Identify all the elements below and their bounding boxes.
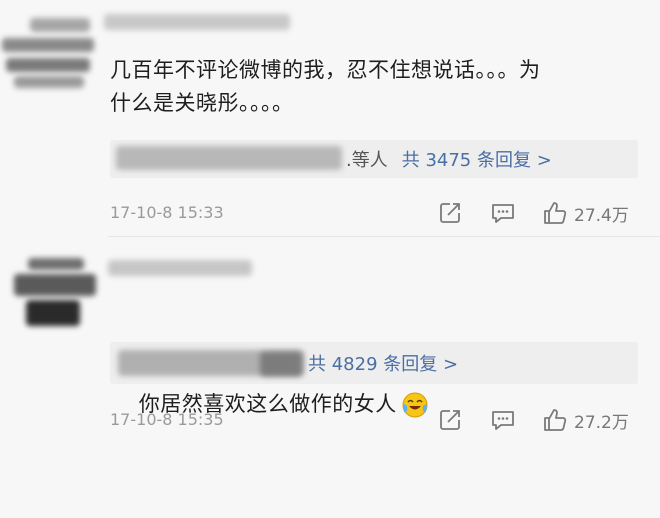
like-icon[interactable]	[542, 407, 568, 433]
comment-item[interactable]: 几百年不评论微博的我，忍不住想说话。。。为 什么是关晓彤。。。。 .等人 共 3…	[0, 0, 660, 236]
comment-text: 几百年不评论微博的我，忍不住想说话。。。为 什么是关晓彤。。。。	[110, 58, 541, 115]
comment-item[interactable]: 你居然喜欢这么做作的女人 共 4829 条回复 > 17-10-8 15:35	[0, 238, 660, 444]
divider	[108, 236, 660, 237]
comment-icon[interactable]	[490, 201, 516, 225]
like-icon[interactable]	[542, 200, 568, 226]
replies-box[interactable]: 共 4829 条回复 >	[110, 342, 638, 384]
replier-redacted	[116, 146, 342, 170]
like-count: 27.2万	[574, 412, 629, 433]
timestamp: 17-10-8 15:33	[110, 203, 224, 222]
timestamp: 17-10-8 15:35	[110, 410, 224, 429]
share-icon[interactable]	[438, 201, 462, 225]
comment-text: 你居然喜欢这么做作的女人	[110, 292, 630, 518]
replies-box[interactable]: .等人 共 3475 条回复 >	[110, 140, 638, 178]
share-icon[interactable]	[438, 408, 462, 432]
like-count: 27.4万	[574, 205, 629, 226]
username-redacted[interactable]	[108, 260, 252, 276]
comment-icon[interactable]	[490, 408, 516, 432]
view-replies-link[interactable]: 共 3475 条回复 >	[402, 146, 552, 172]
avatar[interactable]	[0, 8, 96, 92]
reply-suffix: .等人	[346, 150, 388, 171]
username-redacted[interactable]	[104, 14, 290, 30]
avatar[interactable]	[10, 252, 100, 332]
view-replies-link[interactable]: 共 4829 条回复 >	[308, 350, 458, 376]
